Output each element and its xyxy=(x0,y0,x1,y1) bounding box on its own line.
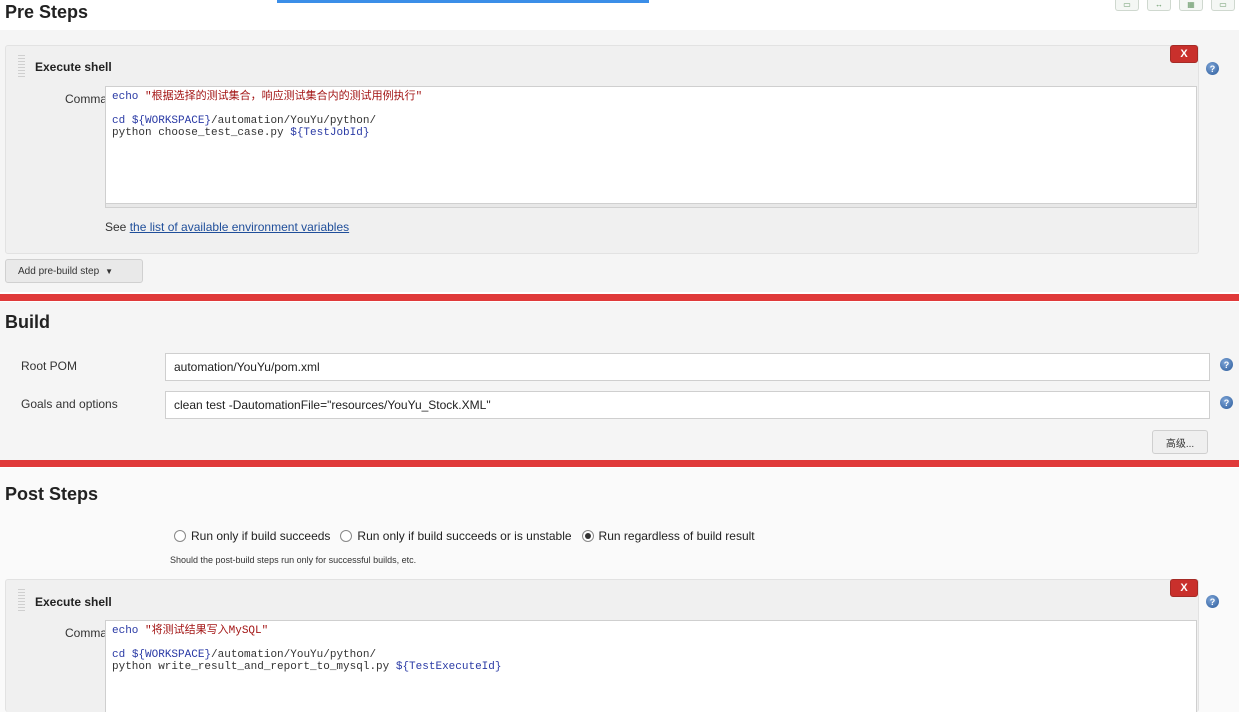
post-execute-shell-step: Execute shell Command echo "将测试结果写入MySQL… xyxy=(5,579,1199,712)
post-steps-hint: Should the post-build steps run only for… xyxy=(170,555,417,565)
panel-icon[interactable]: ▭ xyxy=(1211,0,1235,11)
radio-regardless[interactable]: Run regardless of build result xyxy=(581,529,755,543)
radio-button[interactable] xyxy=(340,530,353,542)
radio-label: Run regardless of build result xyxy=(598,529,755,543)
radio-label: Run only if build succeeds or is unstabl… xyxy=(357,529,572,543)
top-highlight-bar xyxy=(277,0,649,3)
code-line: cd ${WORKSPACE}/automation/YouYu/python/ xyxy=(112,115,1190,127)
add-pre-build-step-label: Add pre-build step xyxy=(18,265,100,277)
help-icon[interactable]: ? xyxy=(1206,595,1219,608)
radio-label: Run only if build succeeds xyxy=(191,529,331,543)
post-steps-radio-group: Run only if build succeeds Run only if b… xyxy=(174,529,765,543)
advanced-button[interactable]: 高级... xyxy=(1152,430,1208,454)
code-token: echo xyxy=(112,91,146,103)
command-code: echo "根据选择的测试集合，响应测试集合内的测试用例执行" cd ${WORK… xyxy=(112,91,1190,139)
code-token: ${WORKSPACE} xyxy=(131,649,212,661)
delete-step-button[interactable]: X xyxy=(1170,579,1198,597)
env-vars-hint: See the list of available environment va… xyxy=(105,220,349,234)
root-pom-input[interactable]: automation/YouYu/pom.xml xyxy=(165,353,1210,381)
help-icon[interactable]: ? xyxy=(1206,62,1219,75)
drag-handle[interactable] xyxy=(18,589,25,611)
section-divider xyxy=(0,294,1239,301)
code-token: /automation/YouYu/python/ xyxy=(211,649,377,661)
command-textarea[interactable]: echo "将测试结果写入MySQL" cd ${WORKSPACE}/autom… xyxy=(105,620,1197,712)
pre-execute-shell-step: Execute shell Command echo "根据选择的测试集合，响应… xyxy=(5,45,1199,254)
code-token: cd xyxy=(112,649,132,661)
add-pre-build-step-button[interactable]: Add pre-build step ▼ xyxy=(5,259,143,283)
section-divider-2 xyxy=(0,460,1239,467)
code-line: python choose_test_case.py ${TestJobId} xyxy=(112,127,1190,139)
radio-succeeds-or-unstable[interactable]: Run only if build succeeds or is unstabl… xyxy=(340,529,572,543)
delete-step-button[interactable]: X xyxy=(1170,45,1198,63)
root-pom-help-icon[interactable]: ? xyxy=(1220,358,1233,371)
code-token: python choose_test_case.py xyxy=(112,127,291,139)
radio-build-succeeds[interactable]: Run only if build succeeds xyxy=(174,529,330,543)
step-title: Execute shell xyxy=(35,595,112,609)
build-title: Build xyxy=(5,312,50,332)
textarea-resize-handle[interactable] xyxy=(105,203,1197,208)
drag-handle[interactable] xyxy=(18,55,25,77)
top-toolbar: ▭ ↔ ▦ ▭ xyxy=(1115,0,1239,12)
code-line: cd ${WORKSPACE}/automation/YouYu/python/ xyxy=(112,649,1190,661)
code-token: ${TestExecuteId} xyxy=(395,661,502,673)
code-line: echo "将测试结果写入MySQL" xyxy=(112,625,1190,637)
window-icon[interactable]: ▭ xyxy=(1115,0,1139,11)
grid-icon[interactable]: ▦ xyxy=(1179,0,1203,11)
code-token: echo xyxy=(112,625,146,637)
radio-button[interactable] xyxy=(174,530,186,542)
code-token: "将测试结果写入MySQL" xyxy=(145,625,269,637)
code-line: python write_result_and_report_to_mysql.… xyxy=(112,661,1190,673)
goals-label: Goals and options xyxy=(21,397,118,411)
command-code: echo "将测试结果写入MySQL" cd ${WORKSPACE}/autom… xyxy=(112,625,1190,673)
code-token: python write_result_and_report_to_mysql.… xyxy=(112,661,396,673)
code-line: echo "根据选择的测试集合，响应测试集合内的测试用例执行" xyxy=(112,91,1190,103)
code-token: ${TestJobId} xyxy=(290,127,370,139)
goals-input[interactable]: clean test -DautomationFile="resources/Y… xyxy=(165,391,1210,419)
env-vars-link[interactable]: the list of available environment variab… xyxy=(130,220,349,234)
goals-help-icon[interactable]: ? xyxy=(1220,396,1233,409)
radio-button[interactable] xyxy=(581,530,594,542)
pre-steps-title: Pre Steps xyxy=(5,2,89,22)
see-prefix: See xyxy=(105,220,130,234)
code-token: cd xyxy=(112,115,132,127)
step-title: Execute shell xyxy=(35,60,112,74)
dropdown-caret-icon: ▼ xyxy=(105,266,114,276)
build-section xyxy=(0,302,1239,460)
code-token: /automation/YouYu/python/ xyxy=(211,115,377,127)
post-steps-title: Post Steps xyxy=(5,484,99,504)
code-token: ${WORKSPACE} xyxy=(131,115,212,127)
root-pom-label: Root POM xyxy=(21,359,78,373)
expand-icon[interactable]: ↔ xyxy=(1147,0,1171,11)
command-textarea[interactable]: echo "根据选择的测试集合，响应测试集合内的测试用例执行" cd ${WORK… xyxy=(105,86,1197,204)
code-token: "根据选择的测试集合，响应测试集合内的测试用例执行" xyxy=(145,91,423,103)
